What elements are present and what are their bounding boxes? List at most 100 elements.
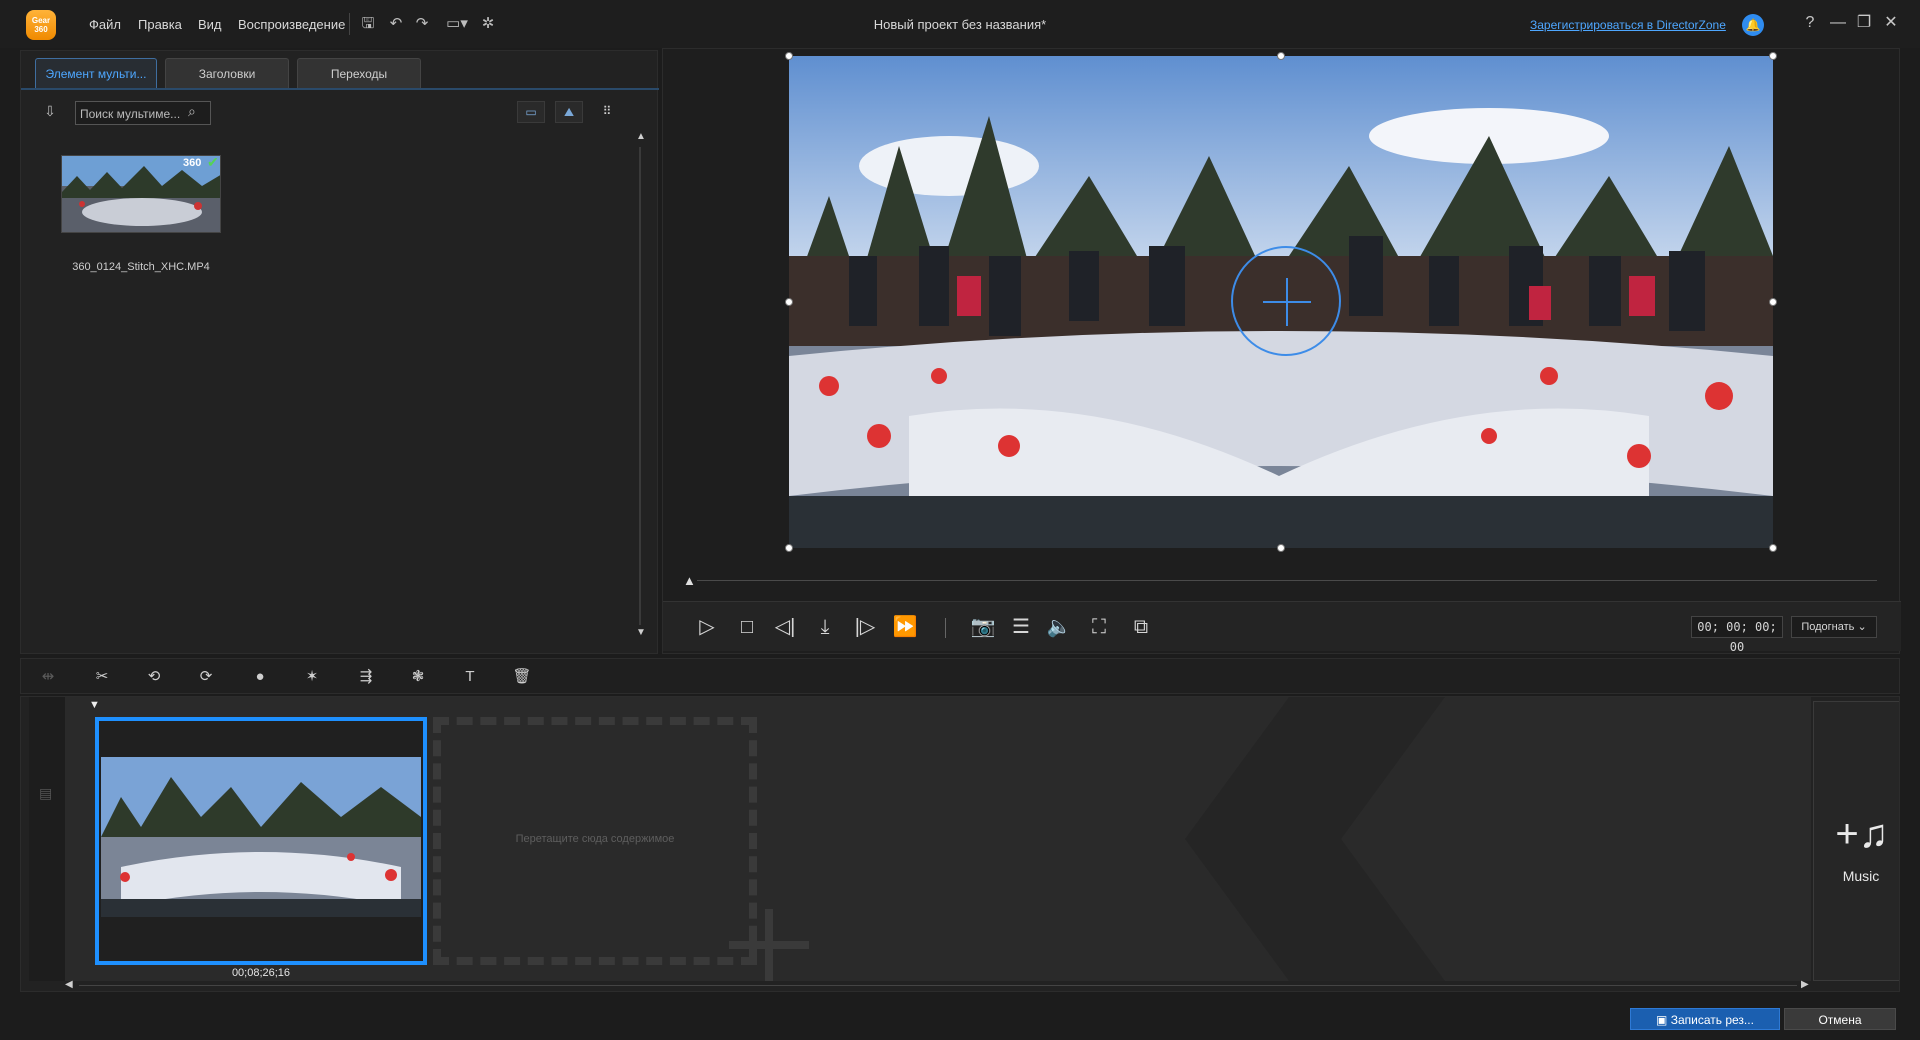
undo-icon[interactable]: ↶ (386, 14, 406, 34)
360-badge: 360 (183, 157, 202, 169)
speed-icon[interactable]: ⇶ (351, 667, 381, 687)
bottom-bar: ▣ Записать рез... Отмена (0, 994, 1920, 1040)
playback-scrubber[interactable]: ▲ (683, 573, 1883, 588)
resize-handle[interactable] (785, 544, 793, 552)
clip-thumbnail (101, 757, 421, 917)
volume-icon[interactable]: 🔈 (1045, 614, 1073, 640)
storyboard-background-chevron (1185, 697, 1445, 981)
playhead-icon[interactable]: ▲ (683, 573, 696, 588)
timecode-display[interactable]: 00; 00; 00; 00 (1691, 616, 1783, 654)
track-icon: ▤ (39, 785, 53, 801)
music-label: Music (1842, 868, 1880, 884)
media-library-panel: Элемент мульти... Заголовки Переходы ⇩ П… (20, 50, 659, 654)
minimize-button[interactable]: — (1827, 12, 1849, 34)
settings-icon[interactable]: ✲ (478, 14, 498, 34)
storyboard-area[interactable]: ▼ 00;08;26;16 Перетащите сюда содержимое (65, 697, 1811, 981)
title-text-icon[interactable]: T (459, 667, 481, 687)
record-label: Записать рез... (1670, 1013, 1754, 1027)
split-icon[interactable]: ✂ (91, 667, 113, 687)
scroll-up-icon[interactable]: ▲ (636, 131, 646, 142)
resize-handle[interactable] (1769, 52, 1777, 60)
preview-video[interactable] (789, 56, 1773, 548)
play-icon[interactable]: ▷ (693, 614, 721, 640)
next-frame-icon[interactable]: |▷ (851, 614, 879, 640)
playback-controls: ▷ □ ◁| ⤓ |▷ ⏩ 📷 ☰ 🔈 ⛶ ⧉ 00; 00; 00; 00 П… (663, 601, 1901, 654)
media-filename: 360_0124_Stitch_XHC.MP4 (72, 261, 210, 273)
delete-icon[interactable]: 🗑 (511, 667, 533, 687)
app-logo: Gear 360 (26, 10, 56, 40)
resize-handle[interactable] (785, 52, 793, 60)
chevron-down-icon: ⌄ (1857, 621, 1867, 633)
filter-video-icon[interactable]: ▭ (517, 101, 545, 123)
zoom-fit-dropdown[interactable]: Подогнать ⌄ (1791, 616, 1877, 638)
record-result-button[interactable]: ▣ Записать рез... (1630, 1008, 1780, 1030)
track-header: ▤ (29, 697, 65, 981)
rotate-left-icon[interactable]: ⟲ (143, 667, 165, 687)
zoom-fit-value: Подогнать (1801, 621, 1855, 633)
subtitles-icon[interactable]: ☰ (1007, 614, 1035, 640)
tab-transitions[interactable]: Переходы (297, 58, 421, 88)
rotate-right-icon[interactable]: ⟳ (195, 667, 217, 687)
menu-view[interactable]: Вид (198, 17, 222, 32)
magic-effects-icon[interactable]: ✶ (301, 667, 323, 687)
tab-underline (21, 88, 659, 90)
register-link[interactable]: Зарегистрироваться в DirectorZone (1530, 18, 1726, 32)
detach-preview-icon[interactable]: ⧉ (1127, 614, 1155, 640)
title-bar: Gear 360 Файл Правка Вид Воспроизведение… (0, 0, 1920, 48)
menu-file[interactable]: Файл (89, 17, 121, 32)
library-scrollbar[interactable]: ▲ ▼ (636, 131, 646, 641)
toolbar-divider (349, 13, 350, 35)
stop-icon[interactable]: □ (733, 614, 761, 640)
scrubber-track[interactable] (697, 580, 1877, 581)
menu-playback[interactable]: Воспроизведение (238, 17, 345, 32)
redo-icon[interactable]: ↷ (412, 14, 432, 34)
add-music-button[interactable]: +♫ Music (1813, 701, 1899, 981)
tab-media[interactable]: Элемент мульти... (35, 58, 157, 88)
scroll-down-icon[interactable]: ▼ (636, 627, 646, 638)
resize-handle[interactable] (1277, 544, 1285, 552)
save-icon[interactable]: 🖫 (358, 14, 378, 34)
help-button[interactable]: ? (1799, 12, 1821, 34)
snapshot-icon[interactable]: 📷 (969, 614, 997, 640)
scroll-track[interactable] (639, 147, 641, 625)
particles-icon[interactable]: ❃ (407, 667, 429, 687)
scroll-track[interactable] (79, 985, 1797, 986)
close-button[interactable]: ✕ (1880, 12, 1902, 34)
previous-frame-icon[interactable]: ◁| (771, 614, 799, 640)
storyboard-clip[interactable] (95, 717, 427, 965)
grid-view-icon[interactable]: ⠿ (593, 101, 621, 123)
add-music-icon: +♫ (1835, 812, 1889, 856)
clip-duration: 00;08;26;16 (231, 967, 291, 979)
360-view-reticle-icon[interactable] (1231, 246, 1341, 356)
storyboard-marker-icon[interactable]: ▼ (89, 699, 100, 711)
controls-divider (945, 618, 946, 638)
storyboard-scrollbar[interactable]: ◀ ▶ (65, 979, 1811, 991)
search-icon[interactable]: ⌕ (188, 103, 196, 120)
cancel-button[interactable]: Отмена (1784, 1008, 1896, 1030)
resize-handle[interactable] (785, 298, 793, 306)
resize-handle[interactable] (1769, 544, 1777, 552)
menu-edit[interactable]: Правка (138, 17, 182, 32)
scroll-left-icon[interactable]: ◀ (65, 979, 73, 990)
import-media-icon[interactable]: ⇩ (39, 103, 61, 123)
resize-handle[interactable] (1769, 298, 1777, 306)
drop-zone-hint: Перетащите сюда содержимое (515, 833, 675, 845)
fast-forward-icon[interactable]: ⏩ (891, 614, 919, 640)
tab-titles[interactable]: Заголовки (165, 58, 289, 88)
resize-handle[interactable] (1277, 52, 1285, 60)
aspect-ratio-icon[interactable]: ▭▾ (442, 14, 472, 34)
fullscreen-icon[interactable]: ⛶ (1085, 614, 1113, 640)
preview-panel: ▲ ▷ □ ◁| ⤓ |▷ ⏩ 📷 ☰ 🔈 ⛶ ⧉ 00; 00; 00; 00… (662, 48, 1901, 654)
record-icon: ▣ (1656, 1013, 1668, 1027)
restore-button[interactable]: ❐ (1853, 12, 1875, 34)
edit-toolbar: ⇹ ✂ ⟲ ⟳ ● ✶ ⇶ ❃ T 🗑 (20, 658, 1900, 694)
notification-bell-icon[interactable]: 🔔 (1742, 14, 1764, 36)
filter-image-icon[interactable]: ⛰ (555, 101, 583, 123)
storyboard-panel: ▤ ▼ 00;08;26;16 Перетащите сюда содержим… (20, 696, 1900, 992)
split-marker-icon[interactable]: ⤓ (811, 614, 839, 640)
scroll-right-icon[interactable]: ▶ (1801, 979, 1809, 990)
color-fill-icon[interactable]: ● (249, 667, 271, 687)
timeline-mode-icon[interactable]: ⇹ (37, 667, 59, 687)
project-title: Новый проект без названия* (873, 17, 1047, 32)
check-icon: ✔ (207, 154, 219, 170)
